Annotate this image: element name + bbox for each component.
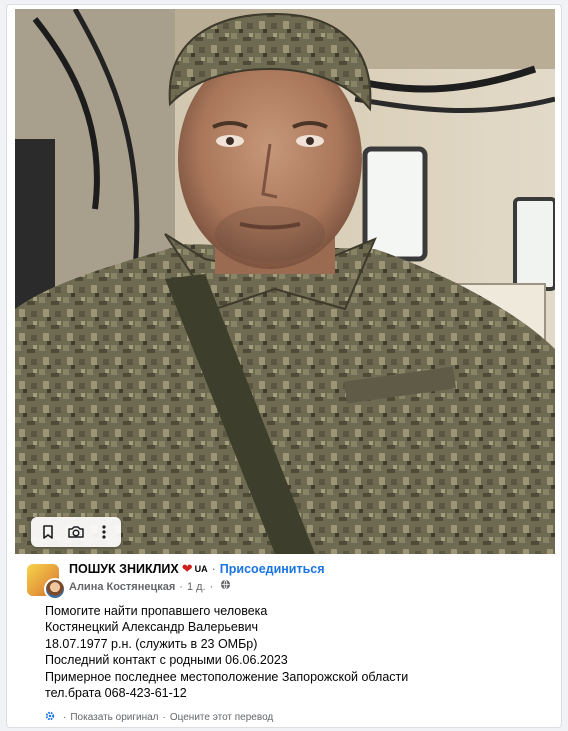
group-tag: UA xyxy=(194,564,208,574)
photo-actions-toolbar xyxy=(31,517,121,547)
translation-row: · Показать оригинал · Оцените этот перев… xyxy=(45,711,273,724)
camera-icon[interactable] xyxy=(63,519,89,545)
avatar[interactable] xyxy=(44,578,66,600)
post-card: ПОШУК ЗНИКЛИХ ❤ UA · Присоединиться Алин… xyxy=(6,4,562,728)
separator: · xyxy=(63,712,67,723)
more-vertical-icon[interactable] xyxy=(91,519,117,545)
globe-icon xyxy=(220,579,231,594)
separator: · xyxy=(209,580,214,593)
join-button[interactable]: Присоединиться xyxy=(220,561,325,577)
post-text-line: тел.брата 068-423-61-12 xyxy=(45,686,187,701)
separator: · xyxy=(179,580,183,593)
separator: · xyxy=(162,712,166,723)
post-time[interactable]: 1 д. xyxy=(187,580,206,594)
group-name[interactable]: ПОШУК ЗНИКЛИХ xyxy=(69,561,179,577)
group-line: ПОШУК ЗНИКЛИХ ❤ UA · Присоединиться xyxy=(69,561,325,577)
post-text: Помогите найти пропавшего человека Костя… xyxy=(45,603,551,701)
post-text-line: Последний контакт с родными 06.06.2023 xyxy=(45,653,288,668)
show-original-link[interactable]: Показать оригинал xyxy=(70,712,158,723)
post-text-line: Помогите найти пропавшего человека xyxy=(45,604,268,618)
post-text-line: Примерное последнее местоположение Запор… xyxy=(45,669,409,684)
rate-translation-link[interactable]: Оцените этот перевод xyxy=(170,712,273,723)
post-meta: Алина Костянецкая · 1 д. · xyxy=(69,579,231,594)
post-text-line: 18.07.1977 р.н. (служить в 23 ОМБр) xyxy=(45,636,258,651)
post-header: ПОШУК ЗНИКЛИХ ❤ UA · Присоединиться Алин… xyxy=(27,561,551,601)
author-name[interactable]: Алина Костянецкая xyxy=(69,580,175,594)
heart-icon: ❤ xyxy=(181,561,193,576)
gear-icon xyxy=(45,711,55,724)
post-text-line: Костянецкий Александр Валерьевич xyxy=(45,620,259,635)
bookmark-icon[interactable] xyxy=(35,519,61,545)
separator: · xyxy=(211,562,216,576)
post-photo[interactable] xyxy=(15,9,555,554)
